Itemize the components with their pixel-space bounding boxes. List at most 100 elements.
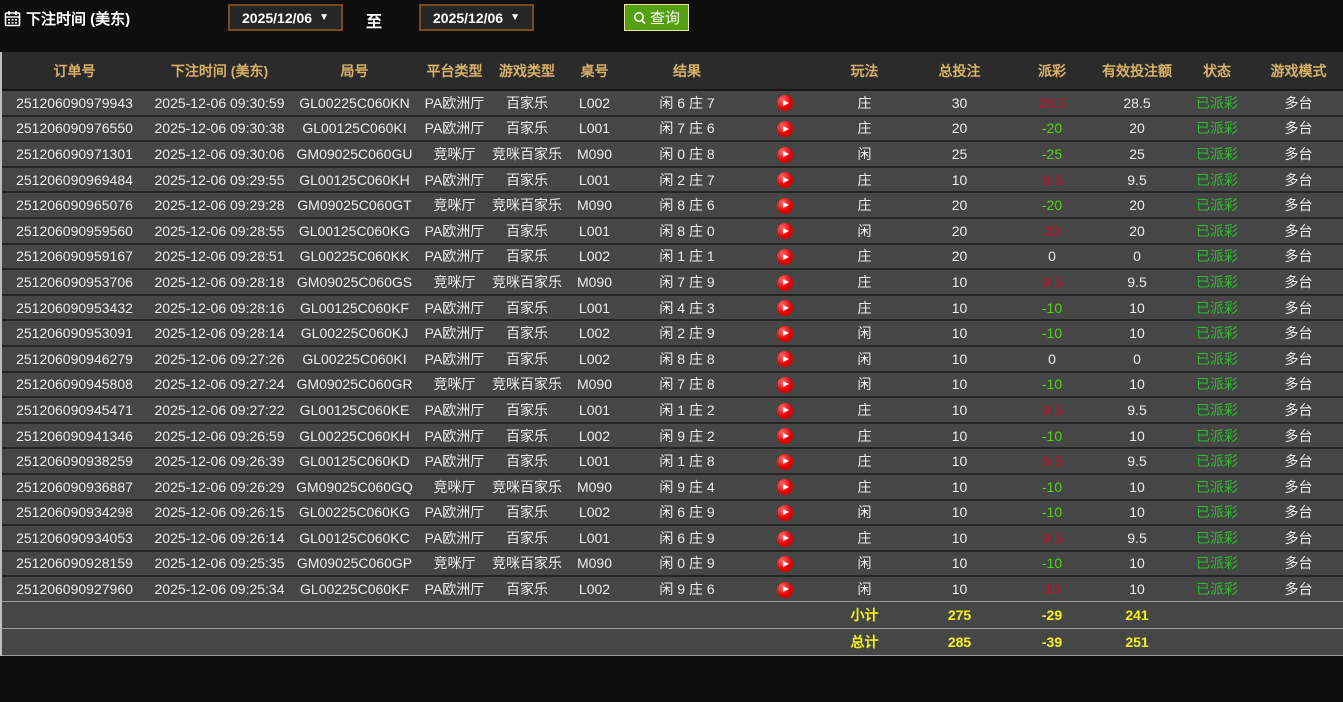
replay-cell <box>747 268 822 295</box>
header-bet-time: 下注时间 (美东) <box>147 52 292 91</box>
replay-cell <box>747 421 822 449</box>
table-row: 251206090953432 2025-12-06 09:28:16 GL00… <box>2 293 1343 321</box>
play-icon[interactable] <box>776 402 793 419</box>
play-icon[interactable] <box>776 581 793 598</box>
status-badge: 已派彩 <box>1182 293 1252 321</box>
total-total-bet: 285 <box>907 628 1012 657</box>
chevron-down-icon: ▼ <box>510 12 520 23</box>
play-icon[interactable] <box>776 223 793 240</box>
play-icon[interactable] <box>776 376 793 393</box>
bet-type: 庄 <box>822 191 907 218</box>
bet-time: 2025-12-06 09:25:35 <box>147 549 292 577</box>
table-number: M090 <box>562 191 627 218</box>
play-icon[interactable] <box>776 504 793 521</box>
valid-bet: 9.5 <box>1092 396 1182 423</box>
platform-type: PA欧洲厅 <box>417 319 492 346</box>
total-bet: 10 <box>907 472 1012 500</box>
payout: 20 <box>1012 216 1092 244</box>
header-round-number: 局号 <box>292 52 417 91</box>
round-number: GL00225C060KI <box>292 344 417 372</box>
play-icon[interactable] <box>776 479 793 496</box>
result-score: 闲 8 庄 6 <box>627 191 747 218</box>
round-number: GL00225C060KH <box>292 421 417 449</box>
replay-cell <box>747 447 822 474</box>
total-valid-bet: 251 <box>1092 628 1182 657</box>
play-icon[interactable] <box>776 556 793 573</box>
play-icon[interactable] <box>776 274 793 291</box>
result-score: 闲 0 庄 8 <box>627 140 747 167</box>
calendar-icon <box>4 10 21 27</box>
order-number: 251206090928159 <box>2 549 147 577</box>
valid-bet: 10 <box>1092 421 1182 449</box>
play-icon[interactable] <box>776 453 793 470</box>
date-to-select[interactable]: 2025/12/06 ▼ <box>419 4 534 31</box>
play-icon[interactable] <box>776 351 793 368</box>
valid-bet: 9.5 <box>1092 524 1182 551</box>
play-icon[interactable] <box>776 325 793 342</box>
result-score: 闲 9 庄 4 <box>627 472 747 500</box>
table-number: L001 <box>562 447 627 474</box>
query-button[interactable]: 查询 <box>624 4 690 31</box>
valid-bet: 0 <box>1092 344 1182 372</box>
bet-time: 2025-12-06 09:28:55 <box>147 216 292 244</box>
game-type: 百家乐 <box>492 524 562 551</box>
result-score: 闲 6 庄 7 <box>659 94 715 111</box>
play-icon[interactable] <box>776 530 793 547</box>
total-bet: 10 <box>907 575 1012 602</box>
total-bet: 20 <box>907 242 1012 270</box>
table-row: 251206090959560 2025-12-06 09:28:55 GL00… <box>2 216 1343 244</box>
status-badge: 已派彩 <box>1182 575 1252 602</box>
platform-type: PA欧洲厅 <box>417 447 492 474</box>
bet-type: 庄 <box>822 396 907 423</box>
total-bet: 20 <box>907 216 1012 244</box>
play-icon[interactable] <box>776 95 793 112</box>
payout: -10 <box>1012 293 1092 321</box>
game-type: 竞咪百家乐 <box>492 268 562 295</box>
play-icon[interactable] <box>776 146 793 163</box>
order-number: 251206090934053 <box>2 524 147 551</box>
replay-cell <box>747 319 822 346</box>
platform-type: 竞咪厅 <box>417 472 492 500</box>
round-number: GM09025C060GR <box>292 370 417 398</box>
platform-type: PA欧洲厅 <box>417 421 492 449</box>
bet-type: 庄 <box>822 114 907 142</box>
platform-type: PA欧洲厅 <box>417 165 492 193</box>
result-score: 闲 7 庄 6 <box>627 114 747 142</box>
total-bet: 10 <box>907 549 1012 577</box>
subtotal-row: 小计 275 -29 241 <box>2 601 1343 629</box>
round-number: GL00125C060KD <box>292 447 417 474</box>
replay-cell <box>747 344 822 372</box>
page-title: 下注时间 (美东) <box>26 11 131 28</box>
play-icon[interactable] <box>776 197 793 214</box>
date-from-select[interactable]: 2025/12/06 ▼ <box>228 4 343 31</box>
play-icon[interactable] <box>776 249 793 265</box>
platform-type: PA欧洲厅 <box>417 114 492 142</box>
order-number: 251206090959167 <box>2 242 147 270</box>
date-from-value: 2025/12/06 <box>242 9 313 26</box>
valid-bet: 10 <box>1092 549 1182 577</box>
table-number: L002 <box>562 242 627 270</box>
order-number: 251206090945808 <box>2 370 147 398</box>
table-number: L002 <box>562 575 627 602</box>
table-row: 251206090928159 2025-12-06 09:25:35 GM09… <box>2 549 1343 577</box>
bet-type: 闲 <box>822 344 907 372</box>
order-number: 251206090938259 <box>2 447 147 474</box>
payout: -10 <box>1012 549 1092 577</box>
valid-bet: 25 <box>1092 140 1182 167</box>
order-number: 251206090953706 <box>2 268 147 295</box>
game-mode: 多台 <box>1252 447 1343 474</box>
play-icon[interactable] <box>776 300 793 317</box>
bet-time: 2025-12-06 09:29:28 <box>147 191 292 218</box>
game-type: 百家乐 <box>492 421 562 449</box>
play-icon[interactable] <box>776 121 793 138</box>
play-icon[interactable] <box>776 428 793 445</box>
status-badge: 已派彩 <box>1182 421 1252 449</box>
bet-type: 闲 <box>822 370 907 398</box>
table-row: 251206090965076 2025-12-06 09:29:28 GM09… <box>2 191 1343 218</box>
play-icon[interactable] <box>776 172 793 189</box>
table-number: L001 <box>562 216 627 244</box>
bet-type: 闲 <box>822 140 907 167</box>
header-payout: 派彩 <box>1012 52 1092 91</box>
bet-time: 2025-12-06 09:29:55 <box>147 165 292 193</box>
game-mode: 多台 <box>1252 549 1343 577</box>
